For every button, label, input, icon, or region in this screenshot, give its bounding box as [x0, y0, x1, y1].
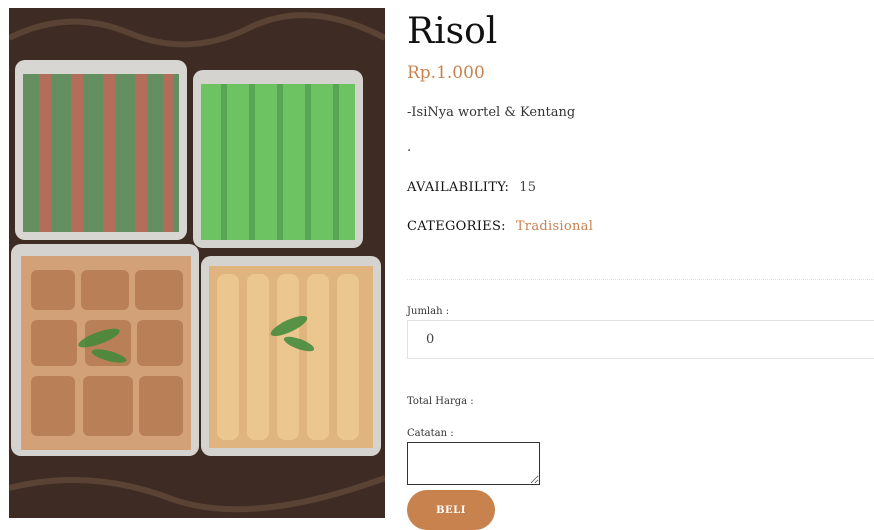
- total-price-label: Total Harga :: [407, 396, 474, 407]
- availability-label: AVAILABILITY:: [407, 180, 510, 195]
- availability-value: 15: [519, 180, 537, 195]
- product-price: Rp.1.000: [407, 63, 485, 83]
- notes-label: Catatan :: [407, 428, 454, 439]
- product-title: Risol: [407, 11, 498, 52]
- category-link[interactable]: Tradisional: [516, 219, 593, 234]
- quantity-label: Jumlah :: [407, 306, 450, 317]
- categories-label: CATEGORIES:: [407, 219, 506, 234]
- categories-row: CATEGORIES: Tradisional: [407, 219, 593, 234]
- description-extra: .: [407, 140, 412, 155]
- notes-field[interactable]: [407, 442, 540, 485]
- product-description: -IsiNya wortel & Kentang: [407, 105, 576, 120]
- buy-button[interactable]: BELI: [407, 490, 495, 530]
- divider: [407, 279, 874, 280]
- product-image: [9, 8, 385, 518]
- quantity-input[interactable]: [407, 320, 874, 359]
- availability-row: AVAILABILITY: 15: [407, 180, 536, 195]
